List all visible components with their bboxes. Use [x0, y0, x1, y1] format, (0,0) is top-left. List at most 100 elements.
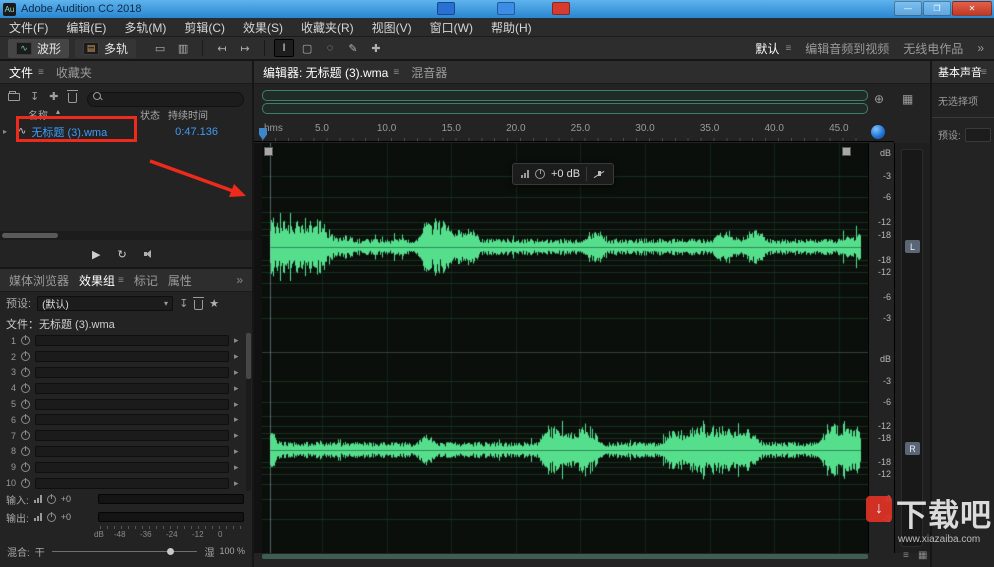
search-input[interactable]	[87, 91, 244, 107]
workspace-overflow-icon[interactable]: »	[977, 41, 984, 55]
favorite-star-icon[interactable]: ★	[209, 297, 219, 310]
effect-slot[interactable]	[35, 430, 229, 442]
slot-arrow-icon[interactable]: ▸	[234, 399, 244, 410]
menu-item[interactable]: 编辑(E)	[57, 19, 115, 36]
delete-file-icon[interactable]	[67, 89, 79, 103]
clip-handle-left[interactable]	[264, 147, 273, 156]
waveform-mode-button[interactable]: ∿ 波形	[8, 38, 70, 58]
panel-menu-icon[interactable]: ≡	[118, 275, 124, 286]
loop-button[interactable]: ↻	[117, 248, 126, 261]
tab-effects-rack[interactable]: 效果组	[79, 272, 115, 289]
close-button[interactable]: ✕	[952, 1, 992, 16]
open-file-icon[interactable]	[8, 91, 20, 101]
menu-item[interactable]: 收藏夹(R)	[292, 19, 363, 36]
effect-slot[interactable]	[35, 335, 229, 347]
power-icon[interactable]	[21, 445, 30, 456]
editor-hscrollbar[interactable]	[254, 553, 930, 561]
power-icon[interactable]	[21, 382, 30, 393]
maximize-button[interactable]: ❐	[923, 1, 951, 16]
slot-arrow-icon[interactable]: ▸	[234, 351, 244, 362]
effect-slot-row[interactable]: 4 ▸	[0, 380, 244, 396]
panel-overflow-icon[interactable]: »	[236, 273, 243, 287]
effect-slot-row[interactable]: 3 ▸	[0, 365, 244, 381]
delete-preset-icon[interactable]	[193, 296, 205, 310]
slots-scrollbar[interactable]	[246, 333, 251, 491]
power-icon[interactable]	[21, 366, 30, 377]
slots-scrollbar-thumb[interactable]	[246, 333, 251, 379]
tab-editor[interactable]: 编辑器: 无标题 (3).wma	[263, 64, 388, 81]
minimize-button[interactable]: —	[894, 1, 922, 16]
panel-menu-icon[interactable]: ≡	[393, 67, 399, 78]
slot-arrow-icon[interactable]: ▸	[234, 446, 244, 457]
effect-slot-row[interactable]: 5 ▸	[0, 396, 244, 412]
es-preset-dropdown[interactable]	[964, 127, 991, 142]
hud-fader-icon[interactable]	[593, 169, 605, 179]
power-icon[interactable]	[21, 430, 30, 441]
menu-item[interactable]: 文件(F)	[0, 19, 57, 36]
effect-slot[interactable]	[35, 461, 229, 473]
marquee-selection-tool-icon[interactable]: ▢	[297, 39, 317, 57]
skip-back-icon[interactable]: ↤	[212, 39, 232, 57]
workspace-radio-production[interactable]: 无线电作品	[903, 40, 963, 57]
multitrack-mode-button[interactable]: ▤ 多轨	[75, 38, 137, 58]
expand-chevron-icon[interactable]: ▸	[3, 127, 7, 136]
power-icon[interactable]	[21, 477, 30, 488]
timeline-ruler[interactable]: hms 5.0 10.0 15.0 20.0 25.0 30.0 35.0 40.0 45.0	[254, 119, 894, 142]
effect-slot[interactable]	[35, 414, 229, 426]
preset-dropdown[interactable]: (默认) ▾	[37, 295, 174, 311]
tab-properties[interactable]: 属性	[168, 272, 192, 289]
overview-navigator[interactable]	[262, 87, 868, 117]
slot-arrow-icon[interactable]: ▸	[234, 430, 244, 441]
new-item-icon[interactable]: ✚	[49, 90, 58, 103]
zoom-navigate-icon[interactable]: ⊕	[874, 92, 884, 106]
effect-slot-row[interactable]: 7 ▸	[0, 428, 244, 444]
play-button[interactable]: ▶	[92, 248, 100, 261]
clip-handle-right[interactable]	[842, 147, 851, 156]
hud-knob-icon[interactable]	[535, 169, 545, 179]
effect-slot-row[interactable]: 8 ▸	[0, 444, 244, 460]
time-selection-tool-icon[interactable]: I	[274, 39, 295, 57]
video-panel-icon[interactable]: ▭	[150, 39, 170, 57]
files-hscrollbar[interactable]	[0, 231, 252, 240]
overview-range-top[interactable]	[262, 90, 868, 101]
menu-item[interactable]: 多轨(M)	[115, 19, 175, 36]
skip-forward-icon[interactable]: ↦	[235, 39, 255, 57]
workspace-default[interactable]: 默认	[755, 40, 779, 57]
power-icon[interactable]	[21, 461, 30, 472]
power-icon[interactable]	[21, 351, 30, 362]
tab-markers[interactable]: 标记	[134, 272, 158, 289]
tab-favorites[interactable]: 收藏夹	[56, 64, 92, 81]
waveform-canvas[interactable]	[262, 143, 868, 553]
effect-slot[interactable]	[35, 382, 229, 394]
effect-slot-row[interactable]: 1 ▸	[0, 333, 244, 349]
effect-slot[interactable]	[35, 477, 229, 489]
editor-hscrollbar-thumb[interactable]	[262, 554, 868, 559]
power-icon[interactable]	[21, 335, 30, 346]
effect-slot-row[interactable]: 2 ▸	[0, 349, 244, 365]
tab-mixer[interactable]: 混音器	[411, 64, 447, 81]
menu-item[interactable]: 剪辑(C)	[175, 19, 234, 36]
blue-sphere-icon[interactable]	[871, 125, 885, 139]
left-channel-badge[interactable]: L	[905, 240, 920, 253]
workspace-menu-icon[interactable]: ≡	[785, 43, 791, 54]
menu-item[interactable]: 窗口(W)	[421, 19, 482, 36]
save-preset-icon[interactable]: ↧	[179, 297, 188, 310]
tab-files[interactable]: 文件	[9, 64, 33, 81]
right-channel-badge[interactable]: R	[905, 442, 920, 455]
power-icon[interactable]	[21, 398, 30, 409]
import-file-icon[interactable]: ↧	[30, 90, 39, 103]
effect-slot-row[interactable]: 10 ▸	[0, 475, 244, 491]
menu-item[interactable]: 视图(V)	[363, 19, 421, 36]
metering-panel-icon[interactable]: ▥	[173, 39, 193, 57]
effect-slot-row[interactable]: 9 ▸	[0, 459, 244, 475]
effect-slot[interactable]	[35, 366, 229, 378]
slot-arrow-icon[interactable]: ▸	[234, 367, 244, 378]
effect-slot[interactable]	[35, 398, 229, 410]
menu-item[interactable]: 帮助(H)	[482, 19, 541, 36]
slot-arrow-icon[interactable]: ▸	[234, 414, 244, 425]
panel-menu-icon[interactable]: ≡	[38, 67, 44, 78]
paintbrush-tool-icon[interactable]: ✎	[343, 39, 363, 57]
auto-play-speaker-icon[interactable]	[143, 249, 157, 259]
slot-arrow-icon[interactable]: ▸	[234, 383, 244, 394]
workspace-edit-audio-video[interactable]: 编辑音频到视频	[805, 40, 889, 57]
